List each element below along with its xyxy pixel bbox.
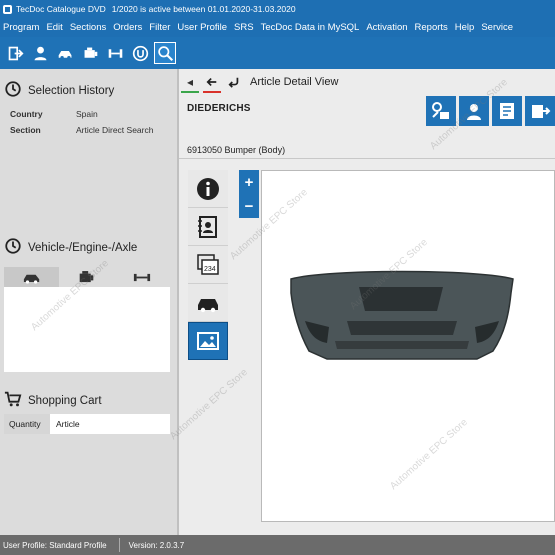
- tab-engine[interactable]: [59, 267, 114, 287]
- car-parts-icon[interactable]: [54, 42, 76, 64]
- tab-axle[interactable]: [115, 267, 170, 287]
- section-value[interactable]: Article Direct Search: [76, 125, 153, 135]
- history-icon: [4, 80, 22, 101]
- export-icon[interactable]: [525, 96, 555, 126]
- article-actions: [426, 96, 555, 126]
- shopping-cart-title: Shopping Cart: [28, 394, 102, 407]
- app-logo-icon: [3, 4, 12, 14]
- article-number-line: 6913050 Bumper (Body): [187, 145, 286, 155]
- article-image-viewer[interactable]: [261, 170, 555, 522]
- return-arrow-icon[interactable]: [223, 71, 245, 93]
- article-detail-panel: ◂ Article Detail View DIEDERICHS 6913050…: [168, 69, 555, 535]
- nav-left-icon[interactable]: ◂: [179, 71, 201, 93]
- exit-icon[interactable]: [4, 42, 26, 64]
- title-bar: TecDoc Catalogue DVD 1/2020 is active be…: [0, 0, 555, 18]
- menu-sections[interactable]: Sections: [67, 18, 110, 37]
- vehicle-title: Vehicle-/Engine-/Axle: [28, 241, 138, 254]
- menu-program[interactable]: Program: [0, 18, 43, 37]
- engine-icon: [80, 271, 94, 283]
- vehicle-header[interactable]: Vehicle-/Engine-/Axle: [4, 237, 137, 258]
- user-icon[interactable]: [29, 42, 51, 64]
- history-icon: [4, 237, 22, 258]
- cart-table-header: Quantity Article: [4, 414, 170, 434]
- separator: [179, 158, 555, 159]
- country-value[interactable]: Spain: [76, 109, 98, 119]
- vehicle-tabs: [4, 267, 170, 287]
- cart-col-article[interactable]: Article: [50, 414, 170, 434]
- search-zoom-icon[interactable]: [154, 42, 176, 64]
- status-profile: User Profile: Standard Profile: [3, 540, 107, 550]
- svg-text:234: 234: [204, 266, 216, 273]
- info-icon[interactable]: [188, 170, 228, 208]
- back-arrow-icon[interactable]: [201, 71, 223, 93]
- vehicle-icon[interactable]: [188, 284, 228, 322]
- numbers-icon[interactable]: 234: [188, 246, 228, 284]
- selection-history-header[interactable]: Selection History: [4, 80, 114, 101]
- country-label: Country: [10, 109, 43, 119]
- menu-service[interactable]: Service: [478, 18, 517, 37]
- view-nav: ◂ Article Detail View: [179, 71, 338, 93]
- tab-vehicle[interactable]: [4, 267, 60, 287]
- axle-icon[interactable]: [104, 42, 126, 64]
- shopping-cart-header[interactable]: Shopping Cart: [4, 390, 102, 411]
- menu-bar: Program Edit Sections Orders Filter User…: [0, 18, 555, 37]
- watermark-text: Automotive EPC Store: [168, 366, 250, 443]
- vehicle-list[interactable]: [4, 287, 170, 372]
- image-icon[interactable]: [188, 322, 228, 360]
- contact-person-icon[interactable]: [459, 96, 489, 126]
- status-version: Version: 2.0.3.7: [128, 540, 185, 550]
- status-separator: [118, 538, 120, 552]
- document-list-icon[interactable]: [492, 96, 522, 126]
- brand-name: DIEDERICHS: [187, 103, 251, 114]
- zoom-controls: + −: [239, 170, 259, 218]
- parts-lookup-icon[interactable]: [426, 96, 456, 126]
- view-title: Article Detail View: [250, 76, 339, 88]
- cart-icon: [4, 390, 22, 411]
- window-title: TecDoc Catalogue DVD: [16, 4, 106, 14]
- menu-user-profile[interactable]: User Profile: [174, 18, 231, 37]
- detail-side-tabs: 234: [188, 170, 228, 360]
- window-subtitle: 1/2020 is active between 01.01.2020-31.0…: [111, 4, 296, 14]
- engine-icon[interactable]: [79, 42, 101, 64]
- selection-history-title: Selection History: [28, 84, 115, 97]
- section-label: Section: [10, 125, 41, 135]
- menu-srs[interactable]: SRS: [231, 18, 258, 37]
- left-panel: Selection History Country Spain Section …: [0, 69, 177, 535]
- axle-icon: [134, 273, 151, 281]
- car-icon: [23, 274, 39, 284]
- menu-tecdoc-mysql[interactable]: TecDoc Data in MySQL: [258, 18, 364, 37]
- menu-activation[interactable]: Activation: [363, 18, 411, 37]
- menu-help[interactable]: Help: [452, 18, 479, 37]
- menu-orders[interactable]: Orders: [110, 18, 146, 37]
- menu-filter[interactable]: Filter: [146, 18, 174, 37]
- menu-edit[interactable]: Edit: [43, 18, 66, 37]
- zoom-in-button[interactable]: +: [245, 174, 254, 191]
- main-toolbar: [0, 37, 555, 69]
- brand-u-icon[interactable]: [129, 42, 151, 64]
- cart-col-quantity[interactable]: Quantity: [4, 414, 50, 434]
- menu-reports[interactable]: Reports: [412, 18, 452, 37]
- address-book-icon[interactable]: [188, 208, 228, 246]
- status-bar: User Profile: Standard Profile Version: …: [0, 535, 555, 555]
- zoom-out-button[interactable]: −: [245, 198, 254, 215]
- bumper-image: [290, 270, 514, 360]
